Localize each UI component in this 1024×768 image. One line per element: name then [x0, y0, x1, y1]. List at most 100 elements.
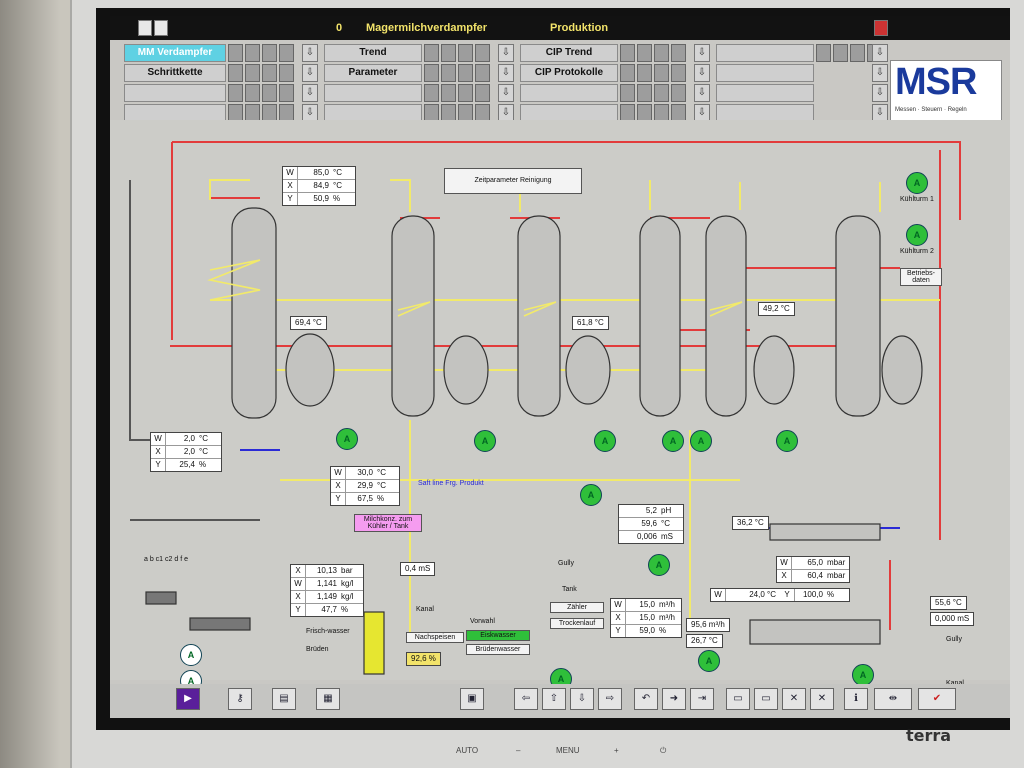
milchkonz-button[interactable]: Milchkonz. zum Kühler / Tank [354, 514, 422, 532]
play-icon[interactable]: ▶ [176, 688, 200, 710]
bruedenwasser-button[interactable]: Brüdenwasser [466, 644, 530, 655]
tank-label: Tank [562, 586, 577, 593]
temp-readout-5: 26,7 °C [686, 634, 723, 648]
betriebsdaten-button[interactable]: Betriebs-daten [900, 268, 942, 286]
forward-icon[interactable]: ➜ [662, 688, 686, 710]
acknowledge-icon[interactable]: ✔ [918, 688, 956, 710]
nav-cip-trend[interactable]: CIP Trend [520, 44, 618, 62]
undo-icon[interactable]: ↶ [634, 688, 658, 710]
gully-label-2: Gully [946, 636, 962, 643]
separator-5 [881, 335, 923, 405]
pump-block-2 [189, 617, 251, 631]
graph-icon[interactable]: ▦ [316, 688, 340, 710]
page-title: Magermilchverdampfer [366, 22, 488, 34]
copy-icon[interactable] [154, 20, 168, 36]
nav-empty-8[interactable] [716, 64, 814, 82]
vorwahl-label: Vorwahl [470, 618, 495, 625]
nachspeisen-button[interactable]: Nachspeisen [406, 632, 464, 643]
document-icon[interactable]: ▤ [272, 688, 296, 710]
minus-button[interactable]: – [516, 746, 520, 755]
arrow-down-icon[interactable]: ⇩ [570, 688, 594, 710]
down-arrow-icon[interactable]: ⇩ [694, 64, 710, 82]
window-icon[interactable]: ▭ [726, 688, 750, 710]
screen-icon[interactable]: ▣ [460, 688, 484, 710]
pump-icon[interactable]: A [180, 644, 202, 666]
down-arrow-icon[interactable]: ⇩ [694, 44, 710, 62]
pump-icon[interactable]: A [776, 430, 798, 452]
brueden-label: Brüden [306, 646, 329, 653]
arrow-left-icon[interactable]: ⇦ [514, 688, 538, 710]
nav-mm-verdampfer[interactable]: MM Verdampfer [124, 44, 226, 62]
nav-empty-7[interactable] [716, 44, 814, 62]
pump-icon[interactable]: A [690, 430, 712, 452]
pump-icon[interactable]: A [336, 428, 358, 450]
nav-empty-1[interactable] [124, 84, 226, 102]
hmi-screen: 0 Magermilchverdampfer Produktion MM Ver… [110, 16, 1010, 718]
plus-button[interactable]: + [614, 746, 619, 755]
arrow-up-icon[interactable]: ⇧ [542, 688, 566, 710]
key-icon[interactable]: ⚷ [228, 688, 252, 710]
gully-label: Gully [558, 560, 574, 567]
pump-icon[interactable]: A [662, 430, 684, 452]
value-box-flow: W 15,0 m³/h X 15,0 m³/h Y 59,0% [610, 598, 682, 638]
pump-icon[interactable]: A [594, 430, 616, 452]
nav-empty-5[interactable] [520, 84, 618, 102]
header-number: 0 [336, 22, 343, 34]
zeitparameter-reinigung-button[interactable]: Zeitparameter Reinigung [444, 168, 582, 194]
eiswasser-button[interactable]: Eiskwasser [466, 630, 530, 641]
nav-empty-9[interactable] [716, 84, 814, 102]
down-arrow-icon[interactable]: ⇩ [872, 64, 888, 82]
down-arrow-icon[interactable]: ⇩ [498, 44, 514, 62]
piping-svg [129, 141, 961, 675]
slots-row4a [228, 104, 294, 122]
cooling-tower-1-icon[interactable]: A [906, 172, 928, 194]
ph-temp-ms-box: 5,2 pH 59,6 °C 0,006 mS [618, 504, 684, 544]
slots-row3a [228, 84, 294, 102]
nav-parameter[interactable]: Parameter [324, 64, 422, 82]
down-arrow-icon[interactable]: ⇩ [872, 44, 888, 62]
pump-icon[interactable]: A [698, 650, 720, 672]
info-icon[interactable]: ℹ [844, 688, 868, 710]
cancel-2-icon[interactable]: ✕ [810, 688, 834, 710]
cancel-icon[interactable]: ✕ [782, 688, 806, 710]
down-arrow-icon[interactable]: ⇩ [302, 84, 318, 102]
heat-exchanger-right [769, 523, 881, 541]
pump-icon[interactable]: A [474, 430, 496, 452]
print-icon[interactable] [138, 20, 152, 36]
trockenlauf-button[interactable]: Trockenlauf [550, 618, 604, 629]
value-box-density: X 10,13 bar W 1,141 kg/l X 1,149 kg/l Y 47,7% [290, 564, 364, 617]
pump-icon[interactable]: A [580, 484, 602, 506]
next-icon[interactable]: ⇥ [690, 688, 714, 710]
menu-button[interactable]: MENU [556, 746, 580, 755]
pump-icon[interactable]: A [852, 664, 874, 686]
auto-button[interactable]: AUTO [456, 746, 478, 755]
down-arrow-icon[interactable]: ⇩ [694, 84, 710, 102]
nav-cip-protokolle[interactable]: CIP Protokolle [520, 64, 618, 82]
down-arrow-icon[interactable]: ⇩ [302, 64, 318, 82]
arrow-right-icon[interactable]: ⇨ [598, 688, 622, 710]
down-arrow-icon[interactable]: ⇩ [498, 64, 514, 82]
slots-row1c [620, 44, 686, 62]
down-arrow-icon[interactable]: ⇩ [872, 84, 888, 102]
pump-icon[interactable]: A [648, 554, 670, 576]
zaehler-button[interactable]: Zähler [550, 602, 604, 613]
slots-row2c [620, 64, 686, 82]
cooling-tower-2-icon[interactable]: A [906, 224, 928, 246]
separator-2 [443, 335, 489, 405]
slots-row4c [620, 104, 686, 122]
plate-cooler [749, 619, 881, 645]
kanal-label: Kanal [416, 606, 434, 613]
nav-schrittkette[interactable]: Schrittkette [124, 64, 226, 82]
down-arrow-icon[interactable]: ⇩ [498, 84, 514, 102]
window-2-icon[interactable]: ▭ [754, 688, 778, 710]
mute-icon[interactable]: ⇹ [874, 688, 912, 710]
nav-trend[interactable]: Trend [324, 44, 422, 62]
conductivity-readout-2: 0,000 mS [930, 612, 975, 626]
alarm-icon[interactable] [874, 20, 888, 36]
evaporators [145, 207, 923, 675]
nav-empty-3[interactable] [324, 84, 422, 102]
down-arrow-icon[interactable]: ⇩ [302, 44, 318, 62]
frischwasser-label: Frisch-wasser [306, 628, 350, 635]
power-icon[interactable]: ⏻ [660, 746, 666, 756]
logo-text: MSR [895, 61, 977, 103]
